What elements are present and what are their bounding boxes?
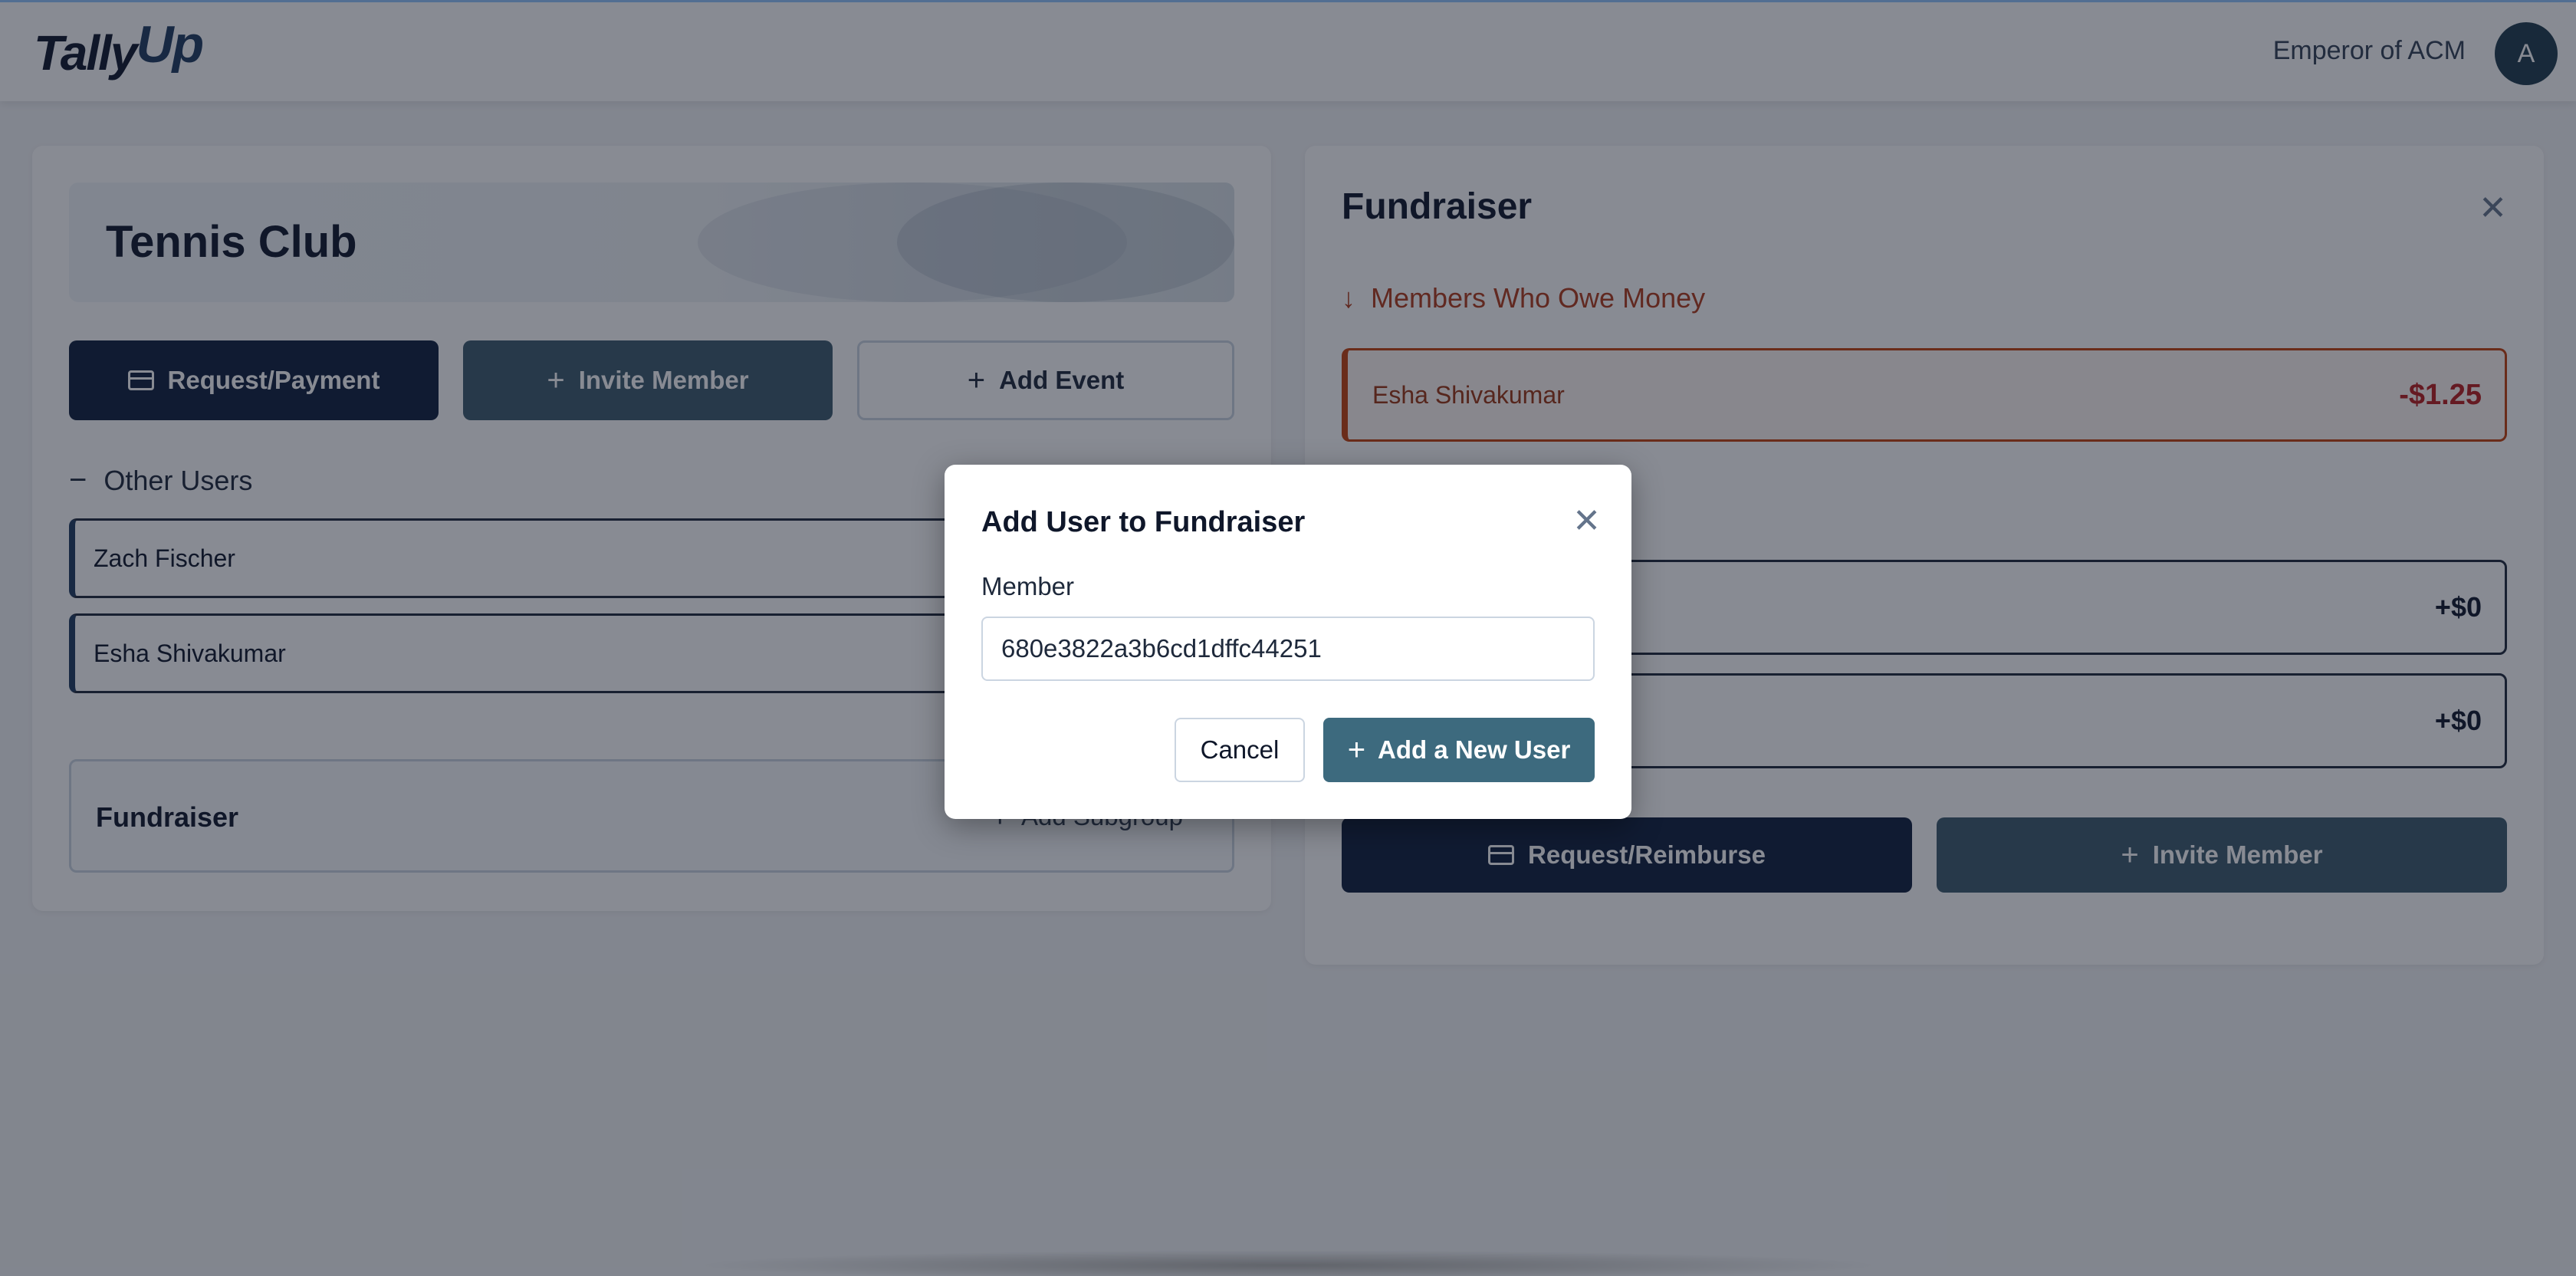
cancel-button[interactable]: Cancel [1175,718,1305,782]
close-icon[interactable]: ✕ [1572,502,1601,541]
member-input[interactable] [981,617,1595,681]
add-user-dialog: Add User to Fundraiser ✕ Member Cancel +… [945,465,1631,819]
add-new-user-button[interactable]: + Add a New User [1323,718,1595,782]
add-new-user-label: Add a New User [1378,735,1571,764]
bottom-shadow [690,1250,1886,1276]
plus-icon: + [1347,733,1366,767]
dialog-title: Add User to Fundraiser [981,506,1306,538]
member-field-label: Member [981,572,1075,600]
